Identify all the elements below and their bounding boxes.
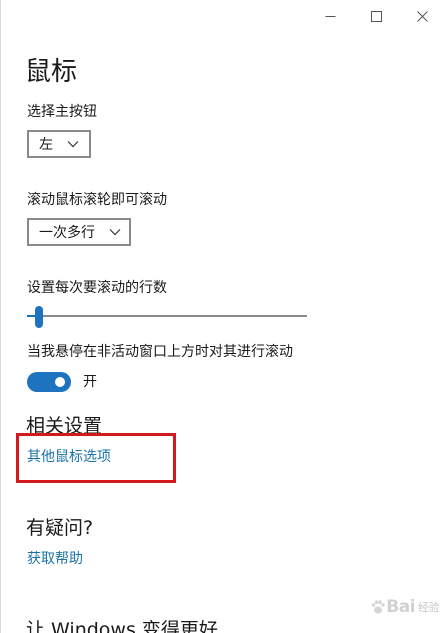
inactive-scroll-toggle[interactable]: [27, 372, 71, 392]
settings-window: 鼠标 选择主按钮 左 滚动鼠标滚轮即可滚动 一次多行 设置每次要滚动的行数 当我…: [0, 0, 445, 633]
feedback-title: 让 Windows 变得更好: [26, 619, 218, 633]
caption-buttons: [307, 0, 445, 32]
paw-icon: [371, 600, 386, 614]
help-title: 有疑问?: [26, 517, 94, 539]
lines-per-scroll-slider[interactable]: [27, 306, 307, 328]
minimize-button[interactable]: [307, 0, 353, 32]
minimize-icon: [325, 15, 335, 17]
watermark-text: Bai: [386, 597, 415, 617]
lines-per-scroll-label: 设置每次要滚动的行数: [27, 280, 167, 296]
watermark-subtext: 经验: [418, 601, 440, 614]
slider-track: [27, 315, 307, 317]
primary-button-value: 左: [39, 137, 53, 153]
maximize-button[interactable]: [353, 0, 399, 32]
page-title: 鼠标: [25, 57, 78, 87]
maximize-icon: [370, 10, 382, 22]
primary-button-label: 选择主按钮: [27, 104, 97, 120]
close-button[interactable]: [399, 0, 445, 32]
slider-thumb[interactable]: [35, 306, 44, 328]
wheel-scroll-dropdown[interactable]: 一次多行: [27, 218, 131, 246]
wheel-scroll-label: 滚动鼠标滚轮即可滚动: [27, 192, 167, 208]
toggle-state-label: 开: [83, 374, 97, 390]
primary-button-dropdown[interactable]: 左: [27, 130, 91, 158]
toggle-knob: [55, 377, 65, 387]
get-help-link[interactable]: 获取帮助: [27, 549, 83, 569]
chevron-down-icon: [67, 140, 79, 148]
close-icon: [416, 10, 428, 22]
inactive-scroll-label: 当我悬停在非活动窗口上方时对其进行滚动: [27, 344, 293, 360]
highlight-annotation-box: [16, 433, 176, 483]
baidu-watermark: Bai 经验: [370, 597, 440, 617]
chevron-down-icon: [109, 228, 121, 236]
wheel-scroll-value: 一次多行: [39, 225, 95, 241]
